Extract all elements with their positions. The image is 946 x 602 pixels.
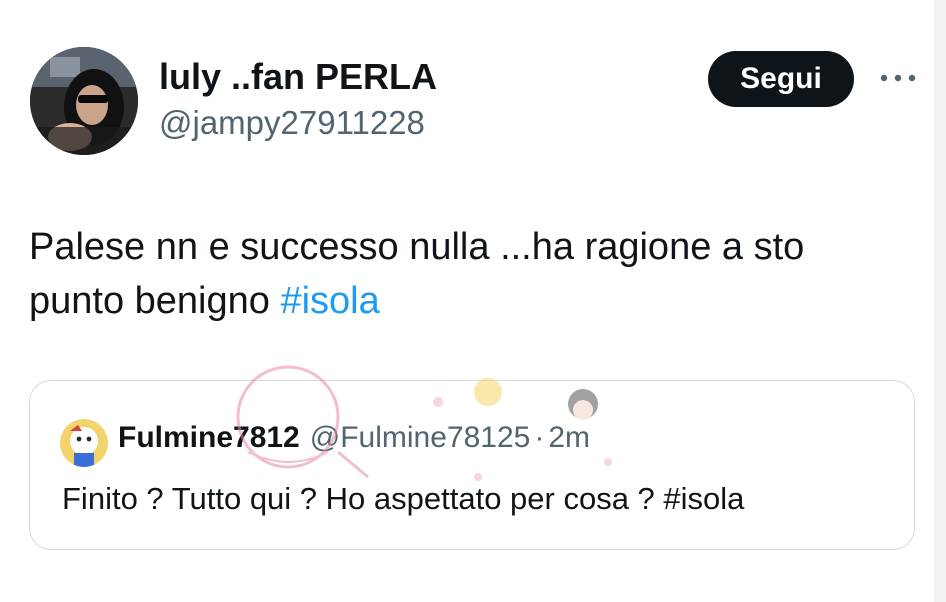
- tweet-body: Palese nn e successo nulla ...ha ragione…: [29, 226, 805, 322]
- quoted-avatar-image: [60, 419, 108, 467]
- quoted-display-name[interactable]: Fulmine7812: [118, 421, 300, 454]
- author-handle[interactable]: @jampy27911228: [159, 104, 425, 142]
- tweet-text: Palese nn e successo nulla ...ha ragione…: [29, 220, 909, 328]
- more-horizontal-icon[interactable]: [878, 68, 918, 88]
- quoted-handle[interactable]: @Fulmine78125: [310, 421, 531, 454]
- author-display-name[interactable]: luly ..fan PERLA: [159, 56, 437, 98]
- quoted-header: Fulmine7812 @Fulmine78125 · 2m: [118, 421, 590, 455]
- follow-button[interactable]: Segui: [708, 51, 854, 107]
- author-avatar[interactable]: [30, 47, 138, 155]
- quoted-separator: ·: [534, 421, 545, 454]
- quoted-text: Finito ? Tutto qui ? Ho aspettato per co…: [62, 481, 745, 516]
- scrollbar-track: [934, 0, 946, 602]
- avatar-image: [30, 47, 138, 155]
- quoted-tweet-card[interactable]: Fulmine7812 @Fulmine78125 · 2m Finito ? Tut…: [29, 380, 915, 550]
- quoted-timestamp[interactable]: 2m: [548, 421, 590, 454]
- quoted-author-avatar[interactable]: [60, 419, 108, 467]
- hashtag-link[interactable]: #isola: [280, 280, 379, 322]
